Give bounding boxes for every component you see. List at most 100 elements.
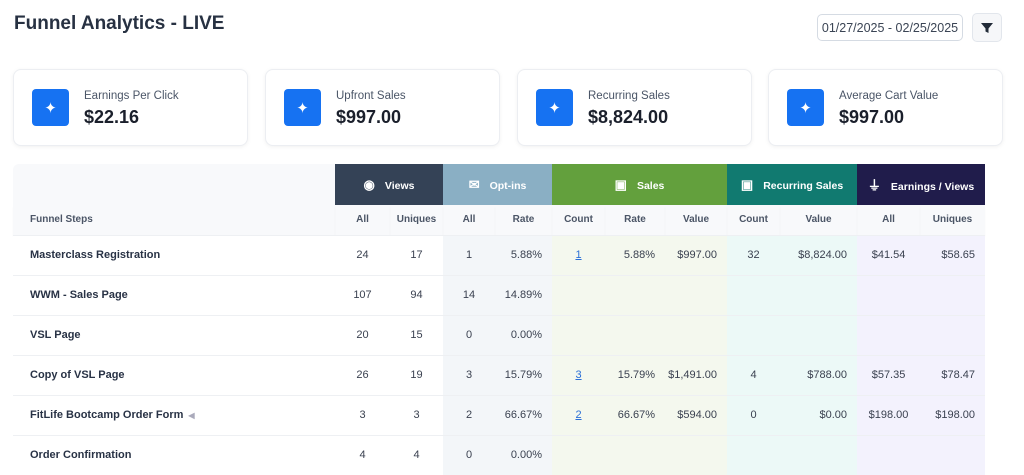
date-range-picker[interactable]: 01/27/2025 - 02/25/2025: [817, 14, 963, 41]
cell: $198.00: [920, 395, 985, 435]
card-value: $22.16: [84, 107, 139, 128]
header-spacer: [13, 164, 335, 205]
cell: 3: [390, 395, 443, 435]
cell-text: 94: [410, 289, 422, 301]
cell: $594.00: [665, 395, 727, 435]
cell-text: 19: [410, 369, 422, 381]
group-header-views: ◉Views: [335, 164, 443, 205]
cell: 66.67%: [605, 395, 665, 435]
cell-text: 0: [750, 409, 756, 421]
cash-icon: ▣: [615, 177, 627, 192]
cell-text: 15.79%: [618, 369, 655, 381]
cell: [665, 275, 727, 315]
cell: 24: [335, 235, 390, 275]
sales-count-link[interactable]: 2: [575, 409, 581, 421]
table-row[interactable]: FitLife Bootcamp Order Form◀33266.67%266…: [13, 395, 985, 435]
cell: [605, 435, 665, 475]
cell-text: $0.00: [820, 409, 848, 421]
step-name: Masterclass Registration: [13, 235, 335, 275]
cell: [552, 435, 605, 475]
sparkle-icon: ✦: [32, 89, 69, 126]
cell-text: $41.54: [872, 249, 906, 261]
cell: 15.79%: [605, 355, 665, 395]
table-row[interactable]: Order Confirmation4400.00%: [13, 435, 985, 475]
cell-text: 66.67%: [618, 409, 655, 421]
cell: 0: [727, 395, 780, 435]
card-value: $8,824.00: [588, 107, 668, 128]
sales-count-link[interactable]: 1: [575, 249, 581, 261]
cell: 32: [727, 235, 780, 275]
card-value: $997.00: [839, 107, 904, 128]
column-header[interactable]: Uniques: [390, 205, 443, 235]
cell: [727, 315, 780, 355]
cell-text: 0: [466, 449, 472, 461]
column-header[interactable]: All: [335, 205, 390, 235]
column-header[interactable]: Count: [727, 205, 780, 235]
cell-text: 0: [466, 329, 472, 341]
cell: [780, 435, 857, 475]
column-header[interactable]: Uniques: [920, 205, 985, 235]
envelope-icon: ✉: [469, 177, 480, 192]
cell-text: 3: [466, 369, 472, 381]
group-header-opt-ins: ✉ Opt-ins: [443, 164, 552, 205]
sparkle-icon: ✦: [284, 89, 321, 126]
cell: 0: [443, 435, 495, 475]
sparkle-icon: ✦: [536, 89, 573, 126]
column-header[interactable]: Funnel Steps: [13, 205, 335, 235]
cell: 5.88%: [495, 235, 552, 275]
cell-text: 4: [359, 449, 365, 461]
column-header[interactable]: Rate: [605, 205, 665, 235]
caret-left-icon[interactable]: ◀: [188, 411, 194, 420]
cell: 17: [390, 235, 443, 275]
group-label: Opt-ins: [490, 180, 527, 192]
cell: 3: [335, 395, 390, 435]
table-row[interactable]: Masterclass Registration241715.88%15.88%…: [13, 235, 985, 275]
cell-text: 3: [413, 409, 419, 421]
cell: $198.00: [857, 395, 920, 435]
cell-text: 66.67%: [505, 409, 542, 421]
column-header[interactable]: Value: [780, 205, 857, 235]
cell-text: $198.00: [935, 409, 975, 421]
table-row[interactable]: WWM - Sales Page107941414.89%: [13, 275, 985, 315]
eye-icon: ◉: [364, 177, 375, 192]
cell: 26: [335, 355, 390, 395]
cell-text: 5.88%: [511, 249, 542, 261]
card-label: Average Cart Value: [839, 90, 938, 102]
column-header[interactable]: Count: [552, 205, 605, 235]
cell: [780, 315, 857, 355]
cell-text: VSL Page: [30, 329, 81, 341]
card-recurring-sales: ✦Recurring Sales$8,824.00: [517, 69, 752, 146]
cell-text: $57.35: [872, 369, 906, 381]
cell: [552, 315, 605, 355]
cell-text: $58.65: [941, 249, 975, 261]
cell-text: 32: [747, 249, 759, 261]
cell: 4: [390, 435, 443, 475]
cell-text: 1: [466, 249, 472, 261]
cell: 94: [390, 275, 443, 315]
column-header[interactable]: Rate: [495, 205, 552, 235]
column-header[interactable]: All: [857, 205, 920, 235]
table-row[interactable]: VSL Page201500.00%: [13, 315, 985, 355]
cell: [605, 275, 665, 315]
sales-count-link[interactable]: 3: [575, 369, 581, 381]
cell-text: 4: [750, 369, 756, 381]
filter-icon: [981, 22, 993, 34]
group-label: Recurring Sales: [763, 180, 843, 192]
step-name: WWM - Sales Page: [13, 275, 335, 315]
cell: 2: [552, 395, 605, 435]
cell: 66.67%: [495, 395, 552, 435]
cell: 14.89%: [495, 275, 552, 315]
filter-button[interactable]: [972, 13, 1002, 42]
cell-text: 14: [463, 289, 475, 301]
cell-text: $198.00: [869, 409, 909, 421]
column-header[interactable]: Value: [665, 205, 727, 235]
table-row[interactable]: Copy of VSL Page2619315.79%315.79%$1,491…: [13, 355, 985, 395]
cell: [665, 435, 727, 475]
cell: [665, 315, 727, 355]
cell-text: $78.47: [941, 369, 975, 381]
cell: [552, 275, 605, 315]
group-label: Sales: [637, 180, 664, 192]
cell: $58.65: [920, 235, 985, 275]
column-header[interactable]: All: [443, 205, 495, 235]
cell-text: 4: [413, 449, 419, 461]
